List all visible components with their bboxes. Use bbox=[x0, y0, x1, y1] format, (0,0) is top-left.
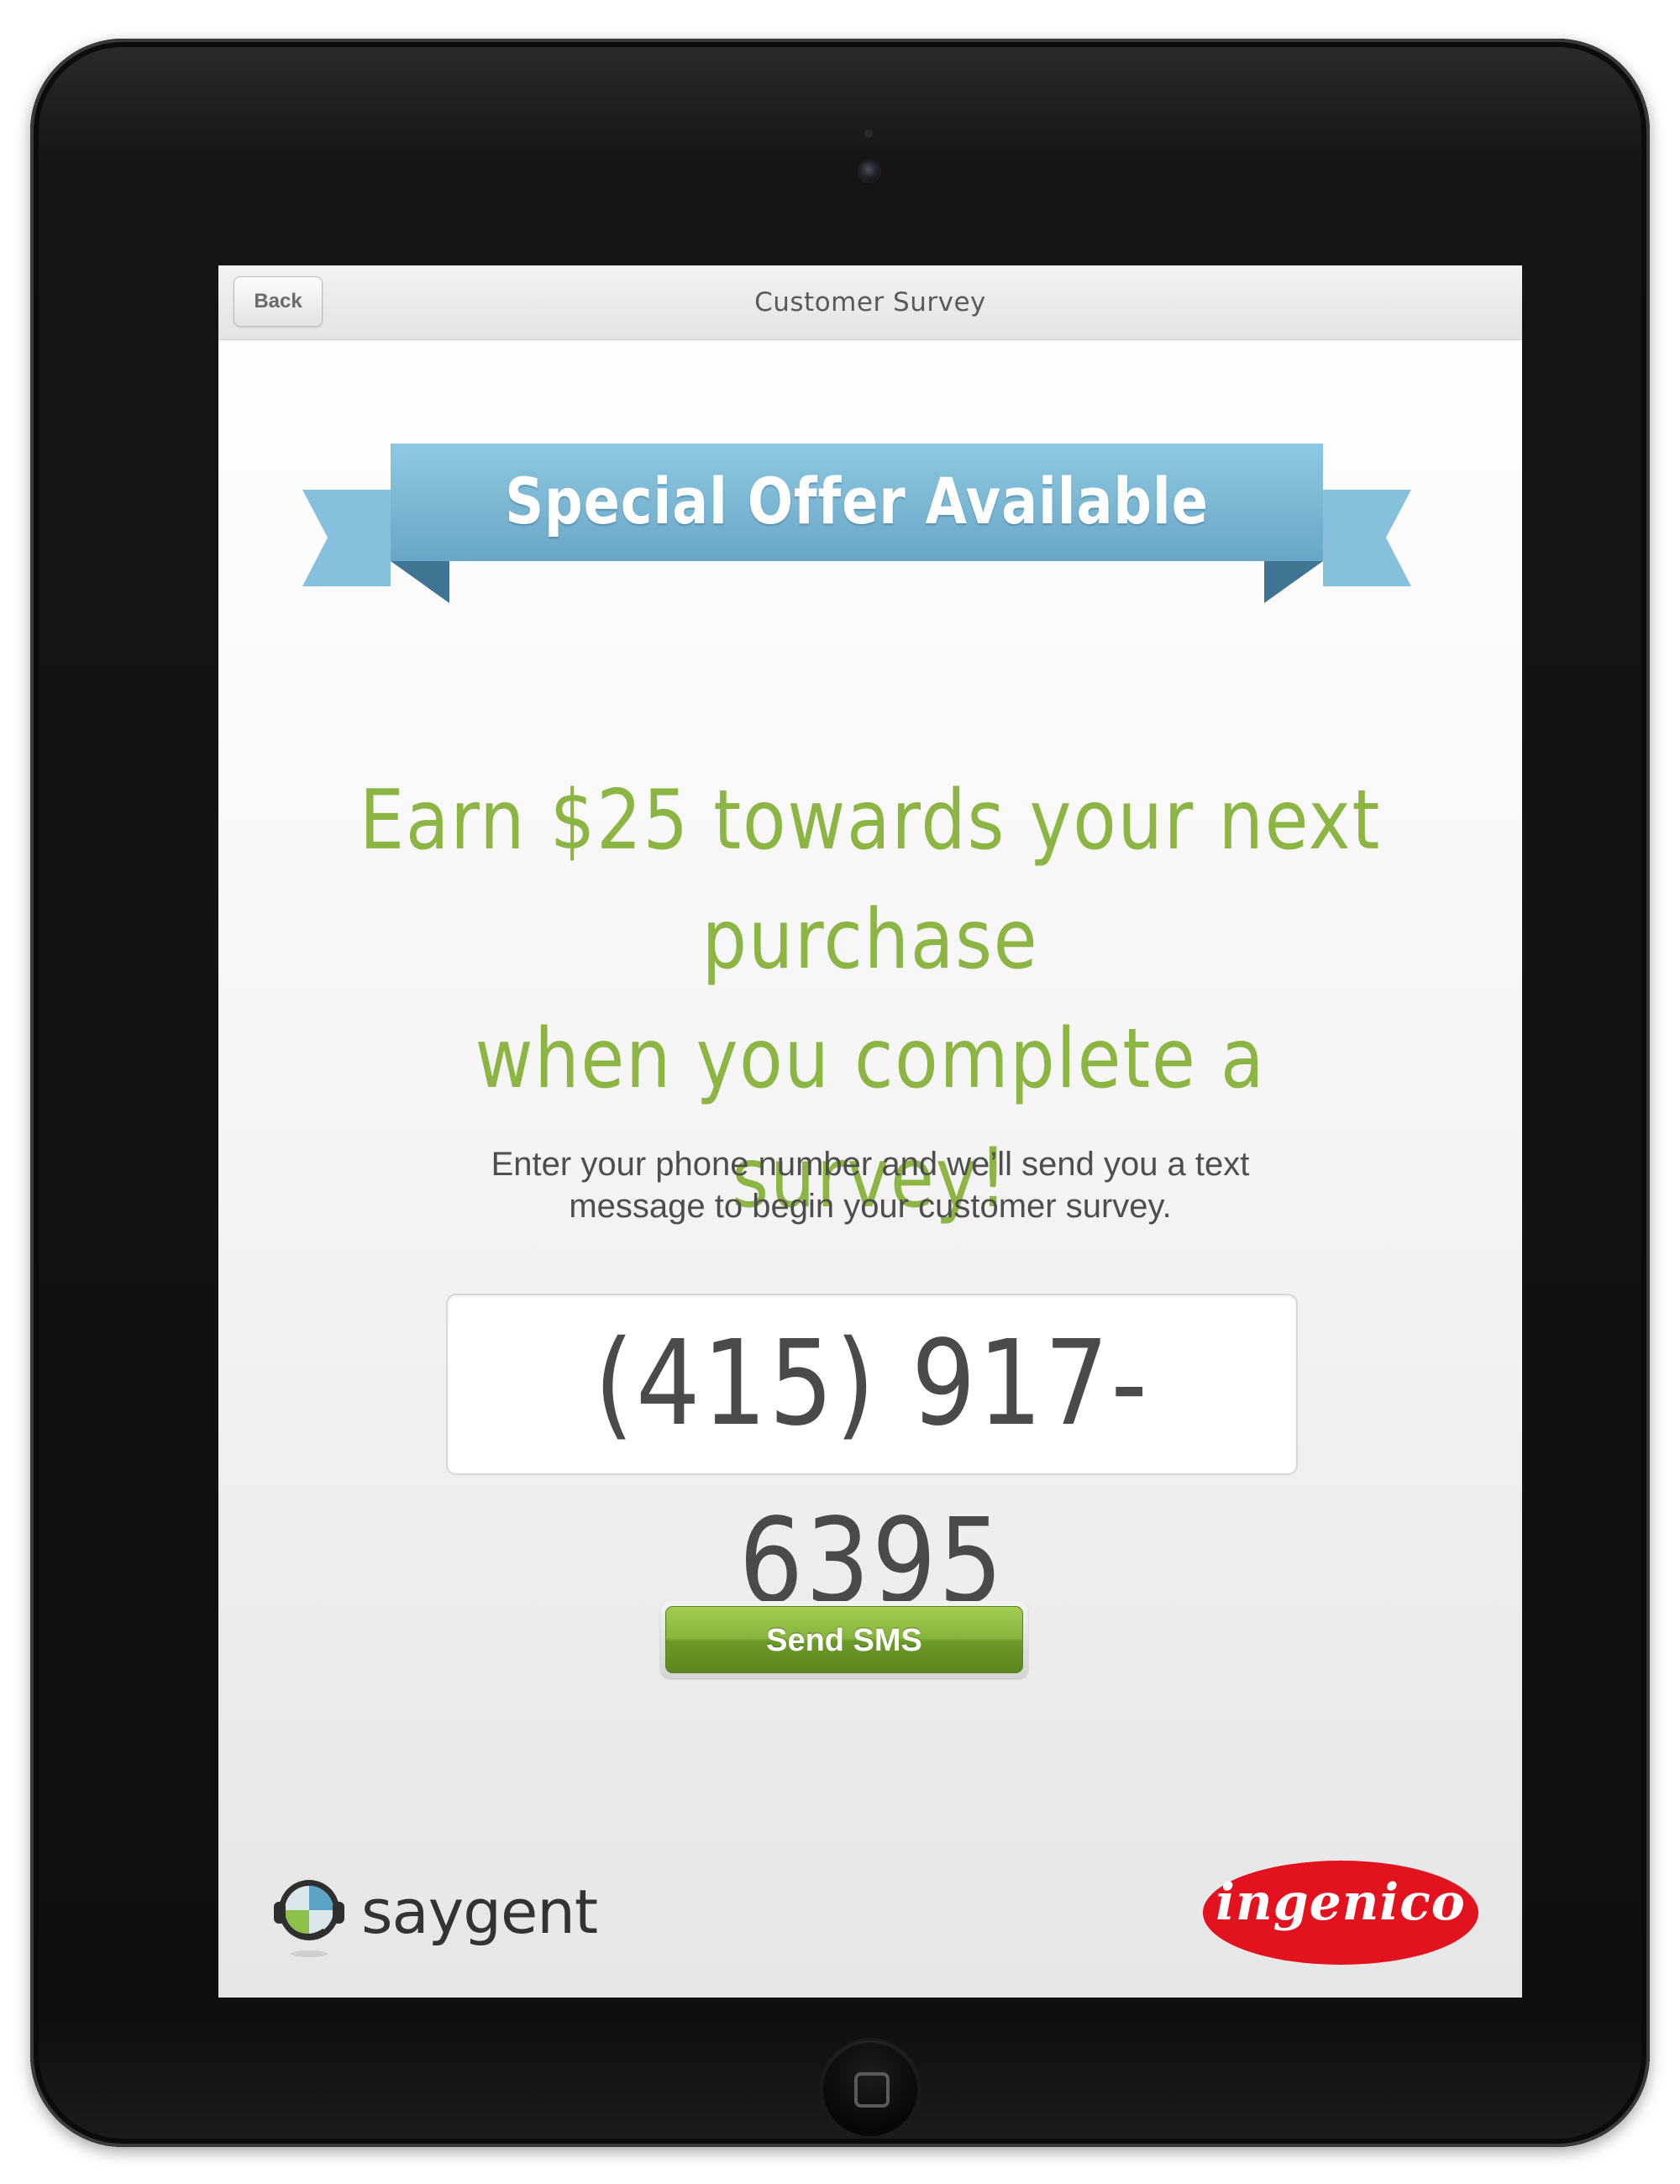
send-sms-button-frame: Send SMS bbox=[660, 1601, 1028, 1678]
saygent-headset-icon bbox=[274, 1880, 344, 1957]
phone-number-value[interactable]: (415) 917-6395 bbox=[448, 1295, 1296, 1630]
phone-number-input[interactable]: (415) 917-6395 bbox=[446, 1294, 1298, 1630]
home-square-icon bbox=[854, 2072, 890, 2108]
special-offer-banner: Special Offer Available bbox=[302, 444, 1411, 603]
page-title: Customer Survey bbox=[754, 287, 986, 318]
send-sms-button[interactable]: Send SMS bbox=[665, 1606, 1023, 1673]
ambient-sensor bbox=[864, 129, 873, 138]
banner-title: Special Offer Available bbox=[505, 464, 1209, 538]
app-screen: Back Customer Survey Special Offer Avail… bbox=[218, 265, 1522, 1998]
ingenico-logo: ingenico bbox=[1200, 1855, 1482, 1971]
tablet-device: Back Customer Survey Special Offer Avail… bbox=[30, 39, 1650, 2147]
saygent-wordmark: saygent bbox=[361, 1877, 598, 1947]
ribbon-right-fold bbox=[1264, 561, 1323, 603]
instructions-text: Enter your phone number and we’ll send y… bbox=[450, 1143, 1290, 1227]
ribbon-right-tail bbox=[1323, 490, 1411, 586]
front-camera bbox=[859, 161, 879, 181]
instructions-line-2: message to begin your customer survey. bbox=[569, 1188, 1172, 1225]
phone-number-text: (415) 917-6395 bbox=[594, 1315, 1150, 1630]
offer-line-1: Earn $25 towards your next purchase bbox=[359, 773, 1382, 988]
ribbon-left-fold bbox=[391, 561, 449, 603]
ingenico-wordmark: ingenico bbox=[1215, 1873, 1466, 1932]
instructions-line-1: Enter your phone number and we’ll send y… bbox=[491, 1146, 1250, 1183]
home-button[interactable] bbox=[822, 2040, 918, 2136]
saygent-logo: saygent bbox=[269, 1870, 622, 1962]
ribbon-left-tail bbox=[302, 490, 391, 586]
navigation-bar: Back Customer Survey bbox=[218, 265, 1522, 340]
